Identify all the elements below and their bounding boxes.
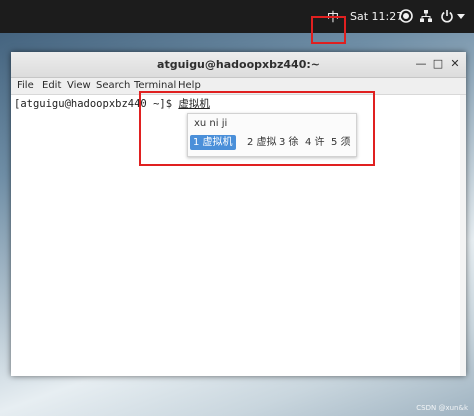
ime-candidate-3[interactable]: 3 徐 xyxy=(276,135,302,150)
menu-bar: File Edit View Search Terminal Help xyxy=(11,78,466,95)
clock[interactable]: Sat 11:27 xyxy=(350,10,403,23)
title-bar[interactable]: atguigu@hadoopxbz440:~ — □ ✕ xyxy=(11,52,466,78)
ime-candidate-5[interactable]: 5 须 xyxy=(328,135,354,150)
menu-search[interactable]: Search xyxy=(96,80,130,91)
maximize-button[interactable]: □ xyxy=(430,56,446,72)
input-method-indicator[interactable]: 中 xyxy=(327,8,339,25)
menu-help[interactable]: Help xyxy=(178,80,201,91)
ime-candidate-popup: xu ni ji 1 虚拟机 2 虚拟 3 徐 4 许 5 须 xyxy=(187,113,357,157)
shell-prompt: [atguigu@hadoopxbz440 ~]$ xyxy=(14,98,179,110)
window-title: atguigu@hadoopxbz440:~ xyxy=(157,58,320,71)
network-icon[interactable] xyxy=(419,9,433,23)
top-bar: 中 Sat 11:27 xyxy=(0,0,474,33)
preedit-text: 虚拟机 xyxy=(178,98,210,110)
ime-candidate-4[interactable]: 4 许 xyxy=(302,135,328,150)
chevron-down-icon[interactable] xyxy=(457,14,465,20)
watermark: CSDN @xun&k xyxy=(416,404,468,412)
close-button[interactable]: ✕ xyxy=(447,56,463,72)
ime-candidate-2[interactable]: 2 虚拟 xyxy=(244,135,280,150)
accessibility-icon[interactable] xyxy=(399,9,413,23)
ime-pinyin: xu ni ji xyxy=(194,118,228,129)
menu-view[interactable]: View xyxy=(67,80,91,91)
minimize-button[interactable]: — xyxy=(413,56,429,72)
scrollbar[interactable] xyxy=(460,95,466,376)
menu-terminal[interactable]: Terminal xyxy=(134,80,176,91)
menu-edit[interactable]: Edit xyxy=(42,80,61,91)
menu-file[interactable]: File xyxy=(17,80,34,91)
terminal-window[interactable]: atguigu@hadoopxbz440:~ — □ ✕ File Edit V… xyxy=(11,52,466,376)
desktop: 中 Sat 11:27 atguigu@hadoopxbz440:~ — □ ✕ xyxy=(0,0,474,416)
ime-candidate-1[interactable]: 1 虚拟机 xyxy=(190,135,236,150)
power-icon[interactable] xyxy=(440,9,454,23)
prompt-line: [atguigu@hadoopxbz440 ~]$ 虚拟机 xyxy=(14,96,210,111)
